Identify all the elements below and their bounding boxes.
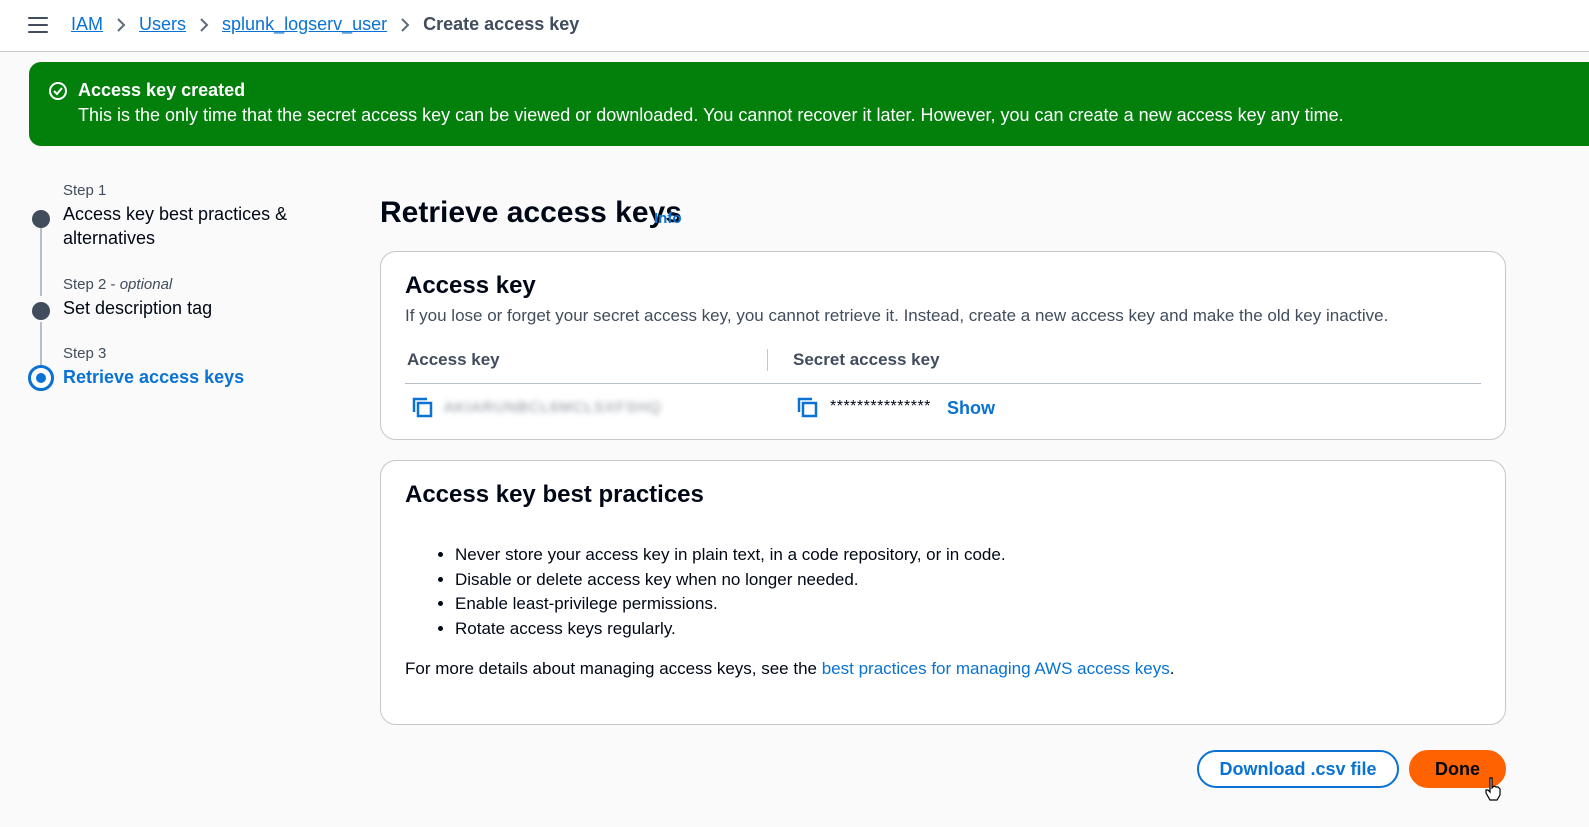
- step-3[interactable]: Step 3 Retrieve access keys: [28, 345, 328, 405]
- step-title: Access key best practices & alternatives: [63, 204, 288, 248]
- top-navigation-bar: IAM Users splunk_logserv_user Create acc…: [0, 0, 1589, 52]
- chevron-right-icon: [401, 17, 410, 32]
- download-csv-button[interactable]: Download .csv file: [1197, 750, 1399, 788]
- card-title: Access key: [405, 272, 536, 299]
- list-item: Rotate access keys regularly.: [455, 617, 1006, 642]
- secret-key-masked: ***************: [830, 398, 931, 415]
- step-title: Retrieve access keys: [63, 367, 245, 387]
- show-secret-button[interactable]: Show: [947, 398, 995, 419]
- chevron-right-icon: [117, 17, 126, 32]
- access-key-card: Access key If you lose or forget your se…: [380, 251, 1506, 440]
- best-practices-link[interactable]: best practices for managing AWS access k…: [822, 659, 1170, 678]
- copy-icon[interactable]: [797, 397, 819, 419]
- step-label: Step 3: [63, 345, 107, 362]
- step-optional: optional: [119, 276, 173, 293]
- step-label: Step 1: [63, 182, 107, 199]
- list-item: Enable least-privilege permissions.: [455, 592, 1006, 617]
- step-active-indicator-icon: [28, 365, 54, 391]
- step-2[interactable]: Step 2 - optional Set description tag: [28, 276, 328, 345]
- step-indicator-icon: [32, 210, 50, 228]
- check-circle-icon: [49, 82, 67, 100]
- chevron-right-icon: [200, 17, 209, 32]
- breadcrumb-user[interactable]: splunk_logserv_user: [222, 14, 387, 35]
- list-item: Disable or delete access key when no lon…: [455, 568, 1006, 593]
- access-key-value: AKIARUNBCL6MCLSXFSHQ: [444, 399, 662, 416]
- breadcrumb-iam[interactable]: IAM: [71, 14, 103, 35]
- wizard-steps: Step 1 Access key best practices & alter…: [28, 182, 328, 405]
- column-header-access-key: Access key: [407, 350, 500, 369]
- best-practices-footer: For more details about managing access k…: [405, 659, 1174, 679]
- banner-title: Access key created: [78, 80, 246, 100]
- page-title: Retrieve access keys: [380, 196, 682, 229]
- column-divider: [767, 349, 768, 371]
- column-header-secret-key: Secret access key: [793, 350, 940, 369]
- copy-icon[interactable]: [412, 397, 434, 419]
- info-link[interactable]: Info: [654, 210, 682, 227]
- footer-text: For more details about managing access k…: [405, 659, 822, 678]
- card-title: Access key best practices: [405, 481, 704, 508]
- list-item: Never store your access key in plain tex…: [455, 543, 1006, 568]
- step-label: Step 2 - optional: [63, 276, 173, 293]
- hand-cursor-icon: [1485, 777, 1501, 801]
- success-banner: Access key created This is the only time…: [29, 62, 1589, 146]
- banner-message: This is the only time that the secret ac…: [78, 105, 1344, 125]
- step-title: Set description tag: [63, 298, 213, 318]
- best-practices-list: Never store your access key in plain tex…: [455, 543, 1006, 642]
- hamburger-menu-icon[interactable]: [28, 17, 48, 35]
- breadcrumb: IAM Users splunk_logserv_user Create acc…: [71, 14, 579, 35]
- breadcrumb-users[interactable]: Users: [139, 14, 186, 35]
- footer-suffix: .: [1169, 659, 1175, 678]
- step-indicator-icon: [32, 302, 50, 320]
- table-divider: [405, 383, 1481, 384]
- breadcrumb-current: Create access key: [423, 14, 580, 34]
- card-description: If you lose or forget your secret access…: [405, 306, 1389, 325]
- step-1[interactable]: Step 1 Access key best practices & alter…: [28, 182, 328, 276]
- best-practices-card: Access key best practices Never store yo…: [380, 460, 1506, 725]
